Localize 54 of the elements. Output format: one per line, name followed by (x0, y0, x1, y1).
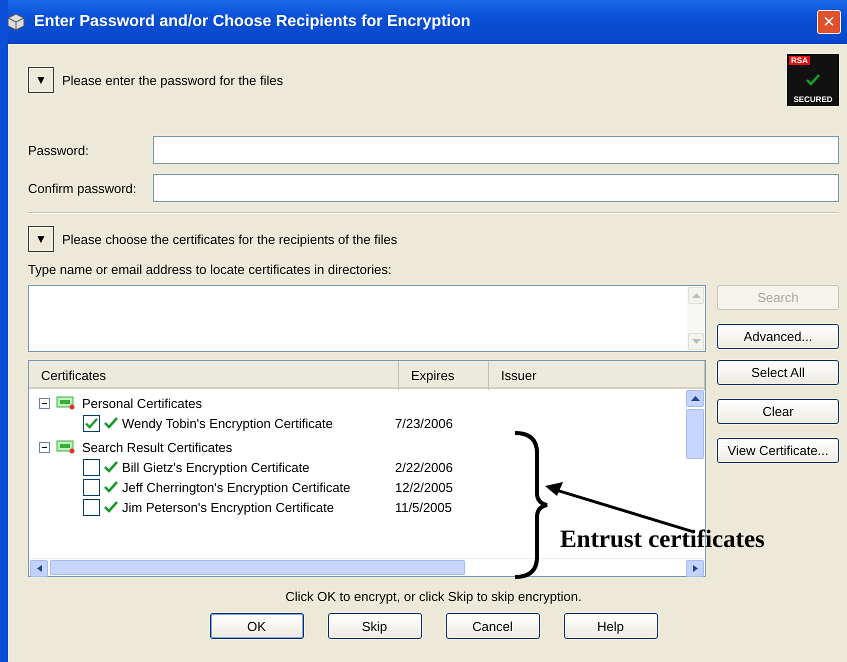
tree-group-label[interactable]: Personal Certificates (82, 396, 202, 410)
collapse-toggle[interactable]: ▼ (28, 67, 54, 93)
close-button[interactable]: × (817, 10, 841, 34)
check-icon (806, 74, 820, 86)
checkbox[interactable] (83, 414, 100, 432)
password-field[interactable] (153, 136, 839, 164)
side-button[interactable]: Clear (717, 399, 839, 424)
collapse-icon[interactable] (39, 442, 50, 452)
valid-check-icon (104, 417, 118, 429)
valid-check-icon (104, 481, 118, 493)
valid-check-icon (104, 461, 118, 473)
certificate-name[interactable]: Jim Peterson's Encryption Certificate (122, 500, 395, 514)
password-field[interactable] (153, 174, 839, 202)
annotation-text: Entrust certificates (560, 526, 765, 554)
field-label: Confirm password: (28, 180, 138, 196)
field-label: Password: (28, 142, 90, 158)
expiry-date: 11/5/2005 (395, 500, 452, 514)
scroll-up-icon[interactable] (690, 395, 700, 402)
valid-check-icon (104, 501, 118, 513)
side-button[interactable]: Select All (717, 360, 839, 385)
certificate-name[interactable]: Bill Gietz's Encryption Certificate (122, 460, 395, 474)
dialog-button[interactable]: Skip (328, 613, 422, 639)
section-heading: Please choose the certificates for the recipients of the files (62, 232, 398, 246)
expiry-date: 12/2/2005 (395, 480, 453, 494)
checkbox[interactable] (83, 458, 100, 476)
scroll-left-icon[interactable] (34, 565, 44, 572)
column-header[interactable]: Certificates (29, 361, 399, 390)
expiry-date: 2/22/2006 (395, 460, 453, 474)
dialog-button[interactable]: OK (210, 613, 304, 639)
scroll-right-icon[interactable] (690, 565, 700, 572)
tree-group-label[interactable]: Search Result Certificates (82, 440, 232, 454)
badge-text: RSA (789, 56, 810, 65)
section-heading: Please enter the password for the files (62, 72, 284, 88)
side-button[interactable]: View Certificate... (717, 438, 839, 463)
side-button[interactable]: Advanced... (717, 324, 839, 349)
scroll-thumb[interactable] (686, 409, 704, 459)
column-header[interactable]: Expires (399, 361, 489, 390)
certificate-icon (56, 440, 76, 454)
search-label: Type name or email address to locate certificates in directories: (28, 262, 392, 277)
certificate-name[interactable]: Wendy Tobin's Encryption Certificate (122, 416, 395, 430)
dialog-button[interactable]: Cancel (446, 613, 540, 639)
checkbox[interactable] (83, 498, 100, 516)
dialog-button[interactable]: Help (564, 613, 658, 639)
collapse-toggle[interactable]: ▼ (28, 226, 54, 252)
scroll-thumb[interactable] (50, 560, 465, 575)
hint-text: Click OK to encrypt, or click Skip to skip encryption. (285, 589, 582, 604)
checkbox[interactable] (83, 478, 100, 496)
badge-text: SECURED (793, 95, 833, 104)
expiry-date: 7/23/2006 (395, 416, 453, 430)
certificate-name[interactable]: Jeff Cherrington's Encryption Certificate (122, 480, 395, 494)
collapse-icon[interactable] (39, 398, 50, 408)
window-title: Enter Password and/or Choose Recipients for Encryption (34, 13, 472, 31)
certificate-icon (56, 396, 76, 410)
app-icon (8, 13, 26, 31)
